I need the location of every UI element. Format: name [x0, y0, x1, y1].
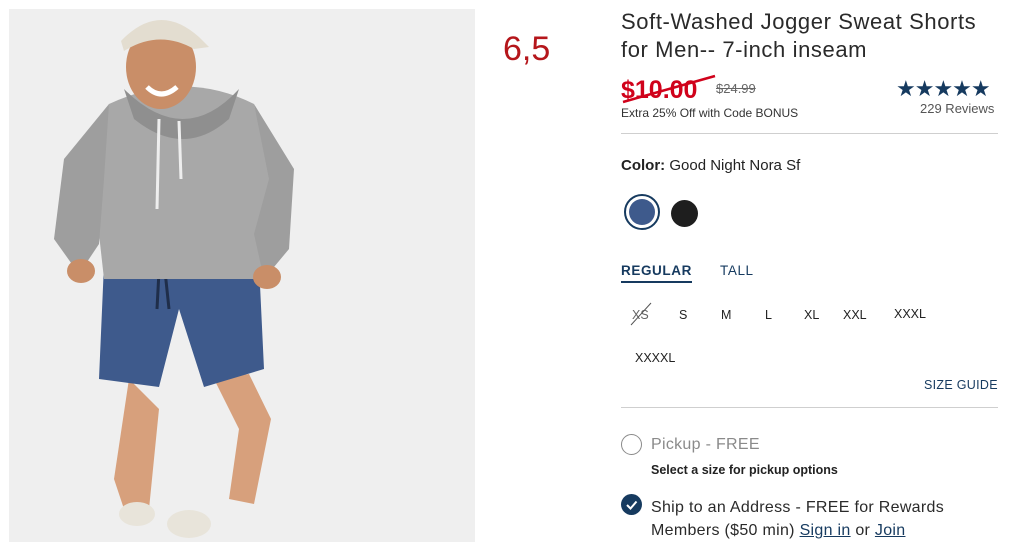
size-option-xxxxl[interactable]: XXXXL [635, 351, 675, 365]
size-option-xxxl[interactable]: XXXL [894, 307, 926, 321]
color-label-key: Color: [621, 157, 666, 174]
product-image[interactable] [9, 9, 475, 542]
rating-stars-icon[interactable]: ★★★★★ [896, 76, 991, 102]
ship-or-text: or [855, 522, 871, 539]
size-option-l[interactable]: L [765, 308, 772, 322]
join-link[interactable]: Join [875, 522, 906, 539]
color-swatch-black[interactable] [671, 200, 698, 227]
original-price: $24.99 [716, 81, 756, 96]
annotation-number: 6,5 [503, 30, 551, 68]
color-label: Color: Good Night Nora Sf [621, 157, 800, 174]
pickup-radio[interactable] [621, 434, 642, 455]
sign-in-link[interactable]: Sign in [800, 522, 851, 539]
model-illustration [9, 9, 475, 542]
tab-fit-regular[interactable]: REGULAR [621, 263, 692, 283]
checkmark-icon [626, 500, 638, 510]
sale-price-strike-mark [622, 74, 716, 104]
reviews-link[interactable]: 229 Reviews [920, 101, 994, 116]
promo-text: Extra 25% Off with Code BONUS [621, 106, 799, 120]
tab-fit-tall[interactable]: TALL [720, 263, 754, 278]
ship-radio-checked[interactable] [621, 494, 642, 515]
pickup-note: Select a size for pickup options [651, 463, 838, 477]
divider [621, 407, 998, 408]
size-guide-link[interactable]: SIZE GUIDE [924, 378, 998, 392]
unavailable-slash-icon [630, 302, 652, 326]
divider [621, 133, 998, 134]
size-option-xl[interactable]: XL [804, 308, 819, 322]
color-selected-name: Good Night Nora Sf [669, 157, 801, 174]
pickup-label[interactable]: Pickup - FREE [651, 436, 760, 454]
color-swatch-blue[interactable] [629, 199, 655, 225]
size-option-xs[interactable]: XS [630, 302, 652, 326]
size-option-xxl[interactable]: XXL [843, 308, 867, 322]
ship-option-label[interactable]: Ship to an Address - FREE for Rewards Me… [651, 496, 1001, 542]
size-option-s[interactable]: S [679, 308, 687, 322]
product-title: Soft-Washed Jogger Sweat Shorts for Men-… [621, 9, 977, 62]
size-option-m[interactable]: M [721, 308, 731, 322]
